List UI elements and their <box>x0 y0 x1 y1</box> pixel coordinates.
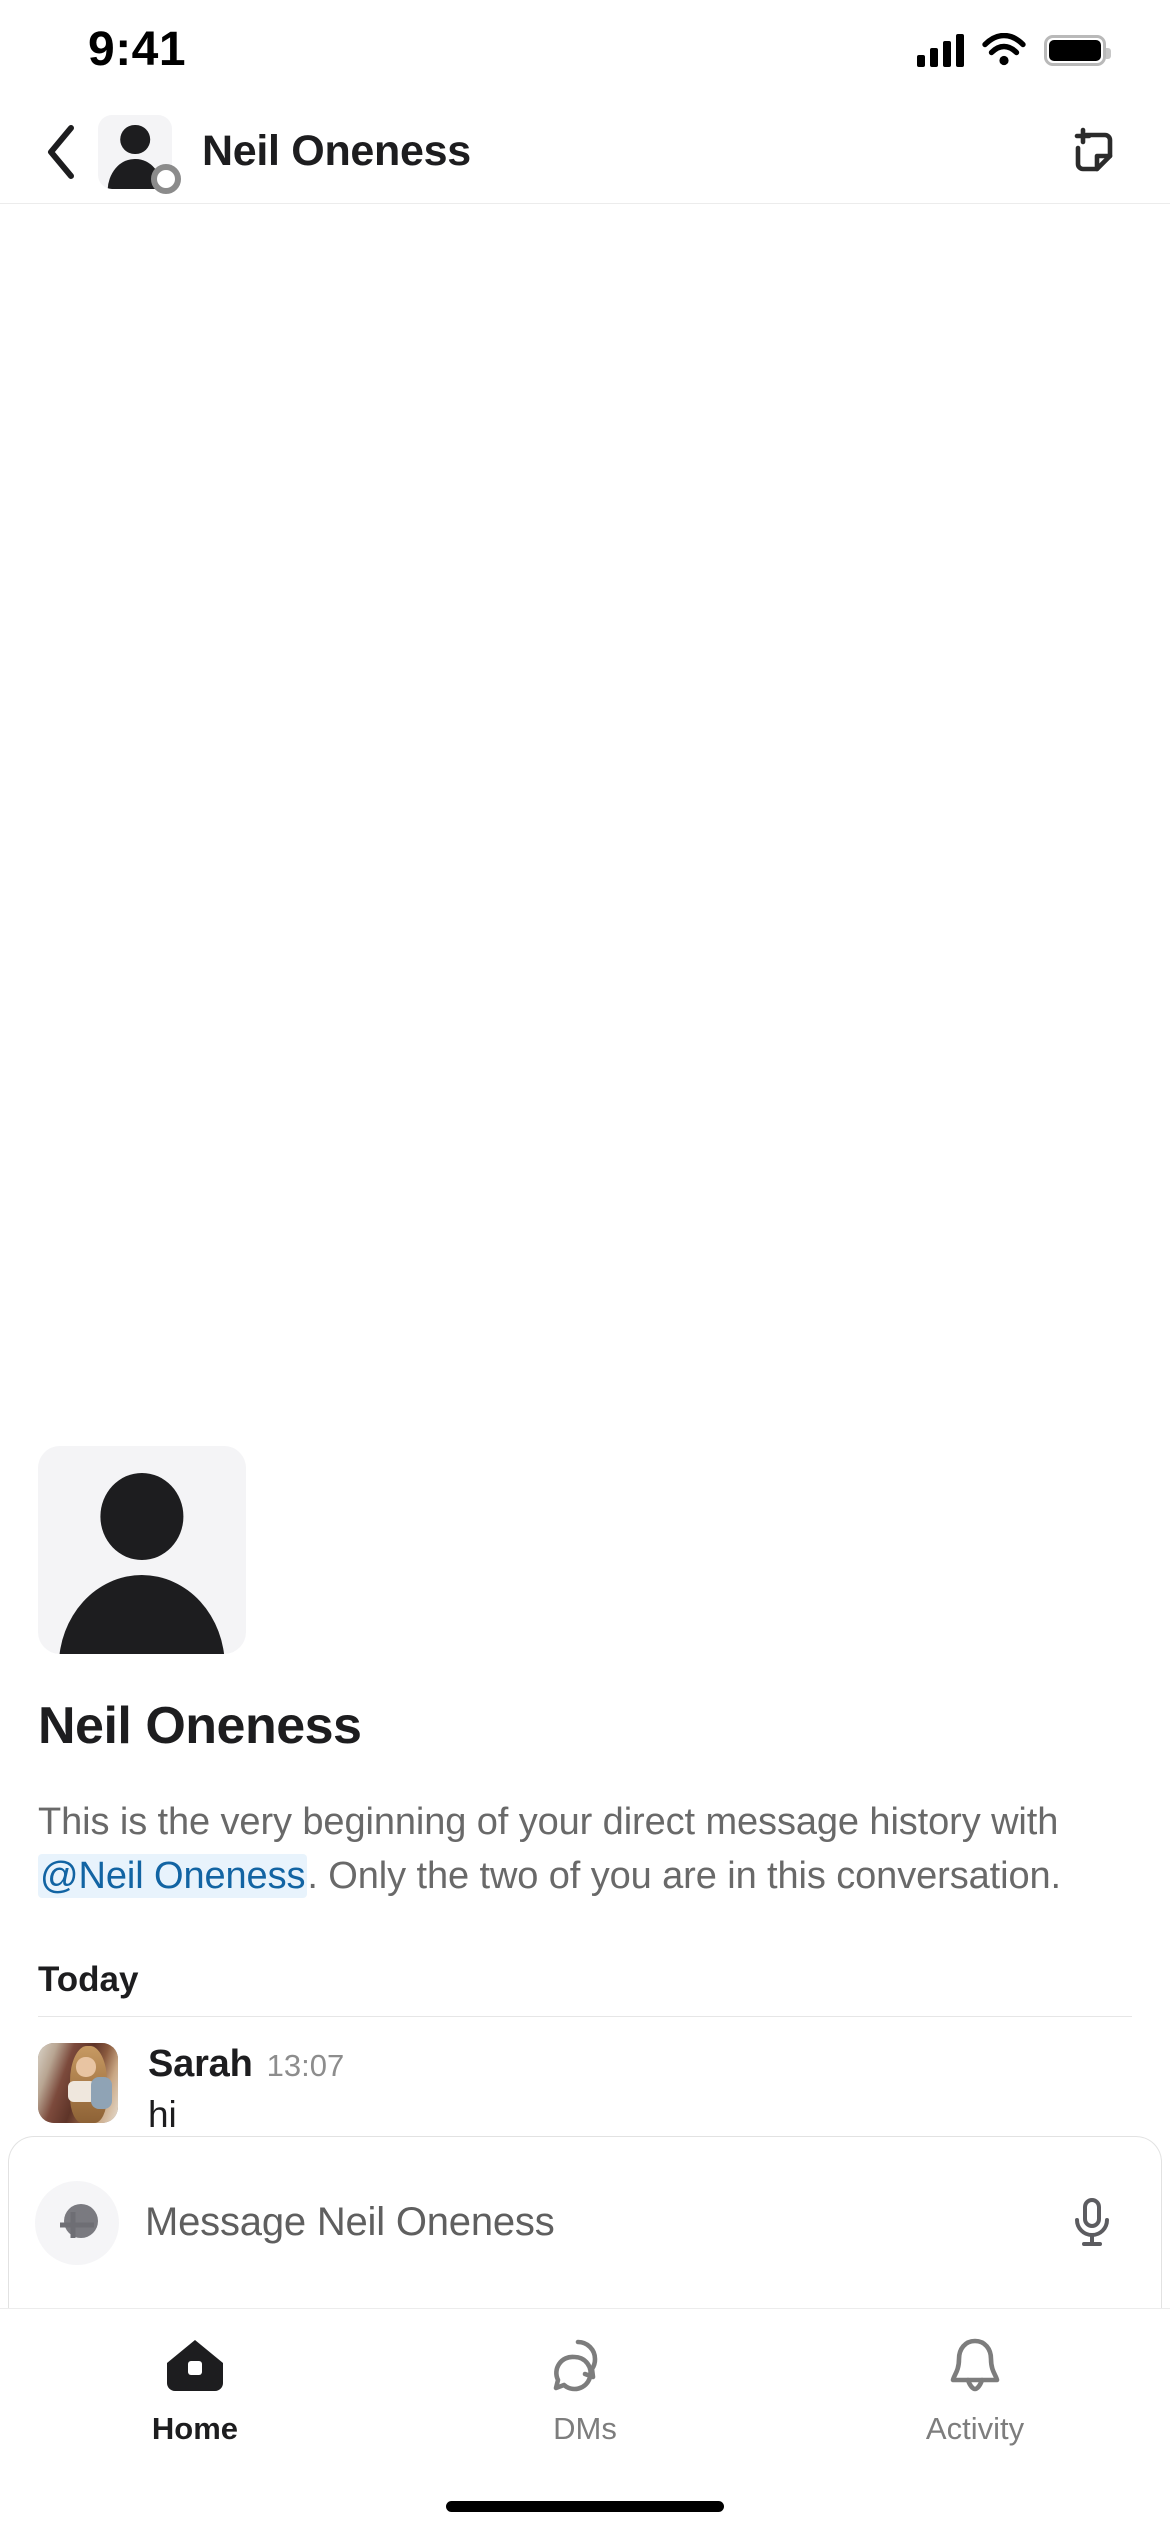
plus-icon <box>60 2203 98 2238</box>
message-row[interactable]: Sarah 13:07 hi <box>0 2017 1170 2136</box>
speech-bubbles-icon <box>553 2339 598 2392</box>
status-bar-indicators <box>917 33 1111 67</box>
user-mention-link[interactable]: @Neil Oneness <box>38 1854 308 1899</box>
conversation-intro: Neil Oneness This is the very beginning … <box>0 1446 1170 1904</box>
home-icon <box>167 2340 223 2391</box>
intro-text-part1: This is the very beginning of your direc… <box>38 1801 1059 1844</box>
message-composer[interactable]: Message Neil Oneness <box>8 2136 1162 2308</box>
tab-dms[interactable]: DMs <box>390 2335 780 2447</box>
message-content: Sarah 13:07 hi <box>148 2043 1132 2136</box>
signal-bars-icon <box>917 33 964 67</box>
conversation-header: Neil Oneness <box>0 100 1170 204</box>
tab-home[interactable]: Home <box>0 2335 390 2447</box>
messaging-app-screen: 9:41 Neil Oneness Neil Oneness This is t… <box>0 0 1170 2532</box>
bottom-tab-bar: Home DMs Activity <box>0 2308 1170 2480</box>
battery-full-icon <box>1044 34 1111 66</box>
home-indicator[interactable] <box>446 2500 724 2512</box>
tab-activity[interactable]: Activity <box>780 2335 1170 2447</box>
message-author[interactable]: Sarah <box>148 2043 253 2086</box>
avatar[interactable] <box>38 2043 118 2123</box>
message-timestamp: 13:07 <box>266 2048 345 2083</box>
microphone-icon <box>1075 2197 1109 2246</box>
day-divider-label[interactable]: Today <box>38 1960 138 2016</box>
intro-description: This is the very beginning of your direc… <box>38 1796 1132 1904</box>
voice-message-button[interactable] <box>1057 2188 1127 2258</box>
bell-icon <box>950 2338 1000 2392</box>
home-indicator-area <box>0 2480 1170 2532</box>
day-divider: Today <box>0 1960 1170 2017</box>
add-attachment-button[interactable] <box>35 2180 119 2265</box>
status-bar: 9:41 <box>0 0 1170 100</box>
tab-label-dms: DMs <box>553 2411 617 2446</box>
chevron-left-icon <box>48 124 74 179</box>
profile-name: Neil Oneness <box>38 1697 362 1756</box>
intro-text-part2: . Only the two of you are in this conver… <box>307 1855 1061 1898</box>
new-canvas-button[interactable] <box>1058 117 1128 187</box>
message-input[interactable]: Message Neil Oneness <box>145 2200 1057 2245</box>
tab-label-activity: Activity <box>925 2411 1025 2446</box>
status-bar-time: 9:41 <box>88 23 187 76</box>
presence-indicator-offline <box>151 163 181 194</box>
message-text: hi <box>148 2094 177 2135</box>
back-button[interactable] <box>30 121 92 183</box>
tab-label-home: Home <box>151 2411 239 2446</box>
message-meta: Sarah 13:07 <box>148 2043 1132 2086</box>
header-avatar[interactable] <box>98 114 181 194</box>
wifi-icon <box>982 33 1026 66</box>
conversation-body: Neil Oneness This is the very beginning … <box>0 204 1170 2136</box>
page-title[interactable]: Neil Oneness <box>202 127 1058 176</box>
new-canvas-icon <box>1074 127 1113 171</box>
person-avatar-icon[interactable] <box>38 1446 246 1655</box>
